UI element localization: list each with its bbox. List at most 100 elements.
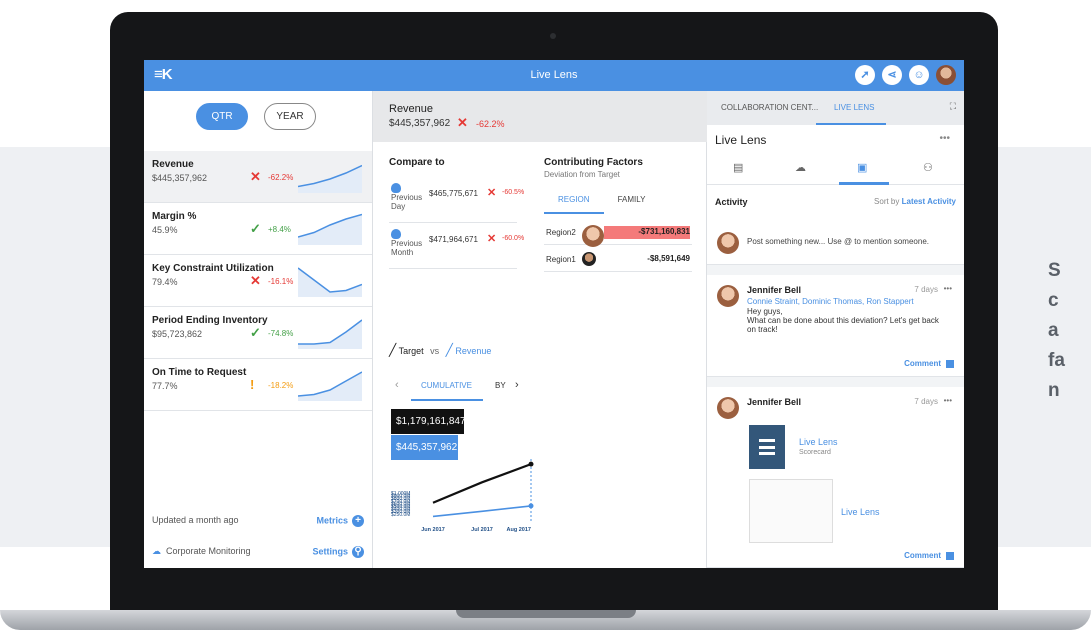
post-time: 7 days [914, 285, 938, 294]
sparkline [298, 213, 362, 245]
tab-live-lens[interactable]: LIVE LENS [834, 103, 874, 112]
compare-change: -60.5% [502, 189, 525, 196]
expand-icon[interactable]: ⛶ [950, 101, 956, 112]
comment-button[interactable]: Comment [904, 359, 954, 368]
metric-row[interactable]: Margin % 45.9% ✓ +8.4% [144, 203, 372, 255]
sparkline [298, 164, 362, 193]
team-icon[interactable]: ☺ [909, 65, 929, 85]
y-tick-label: $250.0M [391, 512, 410, 518]
sparkline [298, 371, 362, 401]
compare-value: $465,775,671 [429, 189, 478, 198]
people-icon[interactable]: ⚇ [923, 161, 933, 174]
contrib-row[interactable]: Region2 -$731,160,831 [544, 221, 692, 247]
metrics-link[interactable]: Metrics + [316, 515, 364, 527]
detail-title: Revenue [389, 103, 434, 115]
more-icon[interactable]: ••• [944, 284, 952, 293]
app-title: Live Lens [530, 69, 578, 81]
series-line-target [432, 463, 532, 504]
author-name: Jennifer Bell [747, 397, 802, 407]
metric-value: 45.9% [152, 225, 178, 235]
contrib-title: Contributing Factors [544, 157, 643, 168]
contrib-tabs: REGION FAMILY [544, 195, 659, 214]
compare-status-icon: ✕ [487, 187, 497, 199]
tab-by[interactable]: BY [495, 381, 506, 390]
post-time: 7 days [914, 397, 938, 406]
contrib-avatar [582, 252, 596, 266]
chevron-right-icon[interactable]: › [515, 379, 519, 391]
tab-underline [411, 399, 483, 401]
thumbnail-link[interactable]: Live Lens [841, 507, 880, 517]
status-icon: ✓ [250, 325, 261, 340]
contrib-row[interactable]: Region1 -$8,591,649 [544, 248, 692, 272]
compare-label: Previous Month [391, 239, 423, 257]
revenue-label: Revenue [455, 346, 492, 356]
tab-collaboration[interactable]: COLLABORATION CENT... [721, 103, 818, 112]
compare-title: Compare to [389, 157, 445, 168]
x-tick-label: Jul 2017 [471, 527, 493, 533]
compare-row[interactable]: Previous Day $465,775,671 ✕ -60.5% [389, 183, 524, 223]
post-placeholder: Post something new... Use @ to mention s… [747, 237, 929, 246]
detail-value: $445,357,962 [389, 118, 451, 129]
more-icon[interactable]: ••• [944, 396, 952, 405]
metric-name: Revenue [152, 159, 194, 170]
scorecard-icon[interactable] [749, 425, 785, 469]
scorecard-thumbnail[interactable] [749, 479, 833, 543]
series-end-point [528, 461, 534, 467]
comment-icon [946, 359, 954, 368]
chart-mode-tabs: ‹ CUMULATIVE BY › [391, 379, 527, 401]
tab-region[interactable]: REGION [544, 195, 604, 214]
laptop-notch [456, 610, 636, 618]
contrib-avatar [582, 225, 604, 247]
qtr-button[interactable]: QTR [196, 103, 248, 130]
tab-cumulative[interactable]: CUMULATIVE [421, 381, 472, 390]
chevron-left-icon[interactable]: ‹ [395, 379, 399, 391]
activity-title: Activity [715, 197, 748, 207]
series-end-point [528, 503, 534, 509]
metric-value: $445,357,962 [152, 173, 208, 183]
detail-header: Revenue $445,357,962 ✕ -62.2% [373, 91, 707, 142]
metric-row[interactable]: Period Ending Inventory $95,723,862 ✓ -74.8… [144, 307, 372, 359]
target-value-box: $1,179,161,847 [391, 409, 466, 434]
mentions[interactable]: Connie Straint, Dominic Thomas, Ron Stap… [747, 297, 914, 306]
compare-row[interactable]: Previous Month $471,964,671 ✕ -60.0% [389, 229, 524, 269]
year-button[interactable]: YEAR [264, 103, 316, 130]
chat-icon[interactable]: ▣ [857, 161, 867, 174]
rocket-icon[interactable]: ➚ [855, 65, 875, 85]
corporate-monitoring[interactable]: ☁ Corporate Monitoring [152, 546, 251, 557]
x-tick-label: Jun 2017 [421, 527, 445, 533]
detail-change: -62.2% [476, 119, 505, 129]
comment-button[interactable]: Comment [904, 551, 954, 560]
detail-panel: Revenue $445,357,962 ✕ -62.2% Compare to… [373, 91, 707, 568]
tab-family[interactable]: FAMILY [604, 195, 660, 214]
user-avatar[interactable] [936, 65, 956, 85]
metric-row[interactable]: On Time to Request 77.7%! -18.2% [144, 359, 372, 411]
document-icon[interactable]: ▤ [733, 161, 743, 174]
avatar [717, 232, 739, 254]
period-toggle: QTR YEAR [196, 103, 316, 130]
contrib-value: -$8,591,649 [647, 254, 690, 263]
avatar [717, 397, 739, 419]
metric-row[interactable]: Revenue $445,357,962 ✕ -62.2% [144, 151, 372, 203]
share-icon[interactable]: ⋖ [882, 65, 902, 85]
add-icon: + [352, 515, 364, 527]
metric-value: 79.4% [152, 277, 178, 287]
comment-icon [946, 551, 954, 560]
post-input[interactable]: Post something new... Use @ to mention s… [707, 221, 964, 265]
status-icon: ! [250, 377, 255, 392]
compare-label: Previous Day [391, 193, 423, 211]
sparkline [298, 267, 362, 297]
scorecard-link[interactable]: Live Lens [799, 437, 838, 447]
cloud-icon [391, 183, 401, 193]
cloud-icon[interactable]: ☁ [795, 161, 806, 174]
sort-control[interactable]: Sort by Latest Activity [874, 197, 956, 206]
settings-link[interactable]: Settings ⚲ [312, 546, 364, 558]
metric-change: -74.8% [268, 329, 294, 338]
compare-change: -60.0% [502, 235, 525, 242]
status-icon: ✕ [250, 169, 261, 184]
metric-change: -16.1% [268, 277, 294, 286]
metrics-panel: QTR YEAR Revenue $445,357,962 ✕ -62.2% Margi… [144, 91, 373, 568]
more-icon[interactable]: ••• [939, 133, 950, 144]
metric-row[interactable]: Key Constraint Utilization 79.4% ✕ -16.1% [144, 255, 372, 307]
webcam [550, 33, 556, 39]
live-lens-title: Live Lens [715, 133, 767, 147]
